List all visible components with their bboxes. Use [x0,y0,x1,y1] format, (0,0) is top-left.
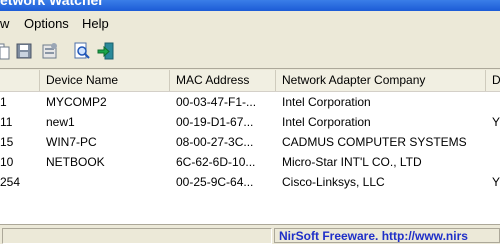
exit-icon [97,42,114,60]
cell-device-name: MYCOMP2 [46,95,107,109]
toolbar [0,35,500,69]
list-header: Device Name MAC Address Network Adapter … [0,70,500,92]
table-row[interactable]: 10 NETBOOK 6C-62-6D-10... Micro-Star INT… [0,152,500,172]
cell-d [486,132,500,152]
cell-adapter-company: Cisco-Linksys, LLC [282,175,385,189]
cell-mac-address: 00-19-D1-67... [176,115,254,129]
cell-device-name [40,172,170,192]
copy-icon [0,43,10,60]
cell-d: Y [492,175,500,189]
copy-button[interactable] [0,41,12,61]
column-header-mac-address[interactable]: MAC Address [170,70,276,91]
properties-button[interactable] [40,41,60,61]
cell-d [486,152,500,172]
cell-d: Y [492,115,500,129]
cell-adapter-company: Intel Corporation [282,95,371,109]
column-header-adapter-company[interactable]: Network Adapter Company [276,70,486,91]
menu-bar: w Options Help [0,11,500,35]
table-row[interactable]: 254 00-25-9C-64... Cisco-Linksys, LLC Y [0,172,500,192]
cell-ip: 10 [0,155,14,169]
column-header-d[interactable]: D [486,70,500,91]
save-icon [16,43,32,59]
properties-icon [42,43,57,59]
table-row[interactable]: 15 WIN7-PC 08-00-27-3C... CADMUS COMPUTE… [0,132,500,152]
cell-adapter-company: Intel Corporation [282,115,371,129]
title-bar: etwork Watcher [0,0,500,11]
menu-view[interactable]: w [0,16,9,31]
table-row[interactable]: 11 new1 00-19-D1-67... Intel Corporation… [0,112,500,132]
device-list[interactable]: Device Name MAC Address Network Adapter … [0,70,500,244]
menu-help[interactable]: Help [82,16,109,31]
cell-device-name: NETBOOK [46,155,105,169]
cell-d [486,92,500,112]
column-header-ip[interactable] [0,70,40,91]
cell-device-name: WIN7-PC [46,135,97,149]
exit-button[interactable] [96,41,116,61]
cell-adapter-company: CADMUS COMPUTER SYSTEMS [282,135,467,149]
cell-ip: 1 [0,95,7,109]
column-header-device-name[interactable]: Device Name [40,70,170,91]
status-panel [2,228,272,244]
cell-mac-address: 00-03-47-F1-... [176,95,257,109]
cell-adapter-company: Micro-Star INT'L CO., LTD [282,155,422,169]
cell-ip: 254 [0,175,21,189]
nirsoft-link[interactable]: NirSoft Freeware. http://www.nirs [274,228,500,243]
cell-mac-address: 6C-62-6D-10... [176,155,256,169]
cell-ip: 15 [0,135,14,149]
find-icon [74,42,90,59]
cell-device-name: new1 [46,115,75,129]
status-bar: NirSoft Freeware. http://www.nirs [0,224,500,244]
window-title: etwork Watcher [0,0,104,8]
cell-mac-address: 00-25-9C-64... [176,175,254,189]
find-button[interactable] [72,41,92,61]
table-row[interactable]: 1 MYCOMP2 00-03-47-F1-... Intel Corporat… [0,92,500,112]
menu-options[interactable]: Options [24,16,69,31]
cell-mac-address: 08-00-27-3C... [176,135,254,149]
save-button[interactable] [14,41,34,61]
cell-ip: 11 [0,115,13,129]
